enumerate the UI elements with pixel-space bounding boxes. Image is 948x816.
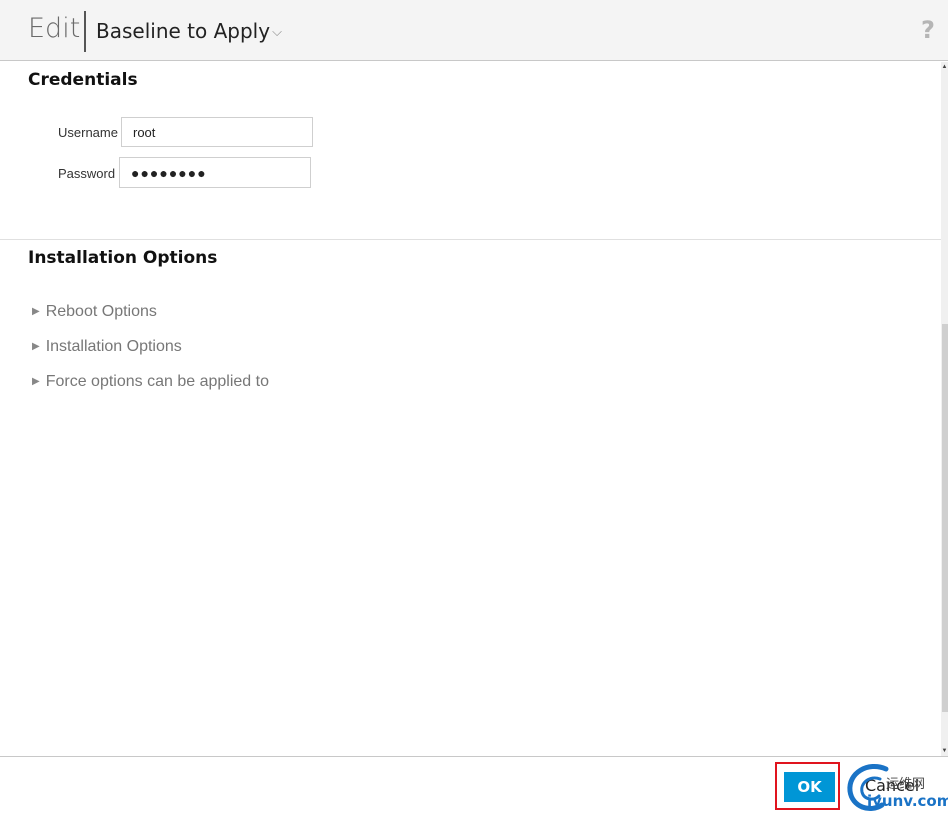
expander-label: Installation Options (45, 338, 182, 355)
section-divider (0, 239, 941, 240)
password-label: Password (58, 166, 116, 181)
chevron-down-icon: ⌵ (272, 25, 282, 40)
scrollbar-thumb[interactable] (942, 324, 948, 712)
help-icon[interactable]: ? (921, 16, 935, 44)
cancel-button[interactable]: Cancel (865, 776, 919, 795)
username-label: Username (58, 125, 118, 140)
scroll-down-arrow-icon[interactable]: ▼ (941, 748, 948, 754)
installation-options-expander[interactable]: ▶ Installation Options (32, 338, 182, 356)
installation-section-title: Installation Options (28, 248, 218, 268)
credentials-section-title: Credentials (28, 70, 138, 90)
expander-label: Reboot Options (45, 303, 157, 320)
view-selector-label: Baseline to Apply (96, 19, 271, 43)
expand-triangle-icon: ▶ (32, 306, 40, 318)
reboot-options-expander[interactable]: ▶ Reboot Options (32, 303, 157, 321)
vertical-scrollbar[interactable]: ▲ ▼ (941, 62, 948, 756)
view-selector-dropdown[interactable]: Baseline to Apply ⌵ (96, 19, 282, 43)
expand-triangle-icon: ▶ (32, 341, 40, 353)
expand-triangle-icon: ▶ (32, 376, 40, 388)
ok-button[interactable]: OK (784, 772, 835, 802)
force-options-expander[interactable]: ▶ Force options can be applied to (32, 373, 269, 391)
dialog-mode-label: Edit (28, 13, 81, 44)
dialog-header: Edit Baseline to Apply ⌵ ? (0, 0, 948, 61)
header-divider (84, 11, 86, 52)
dialog-footer: OK Cancel 运维网 iyunv.com (0, 756, 948, 816)
expander-label: Force options can be applied to (45, 373, 269, 390)
scroll-up-arrow-icon[interactable]: ▲ (941, 64, 948, 70)
password-input[interactable]: ●●●●●●●● (119, 157, 311, 188)
username-input[interactable] (121, 117, 313, 147)
